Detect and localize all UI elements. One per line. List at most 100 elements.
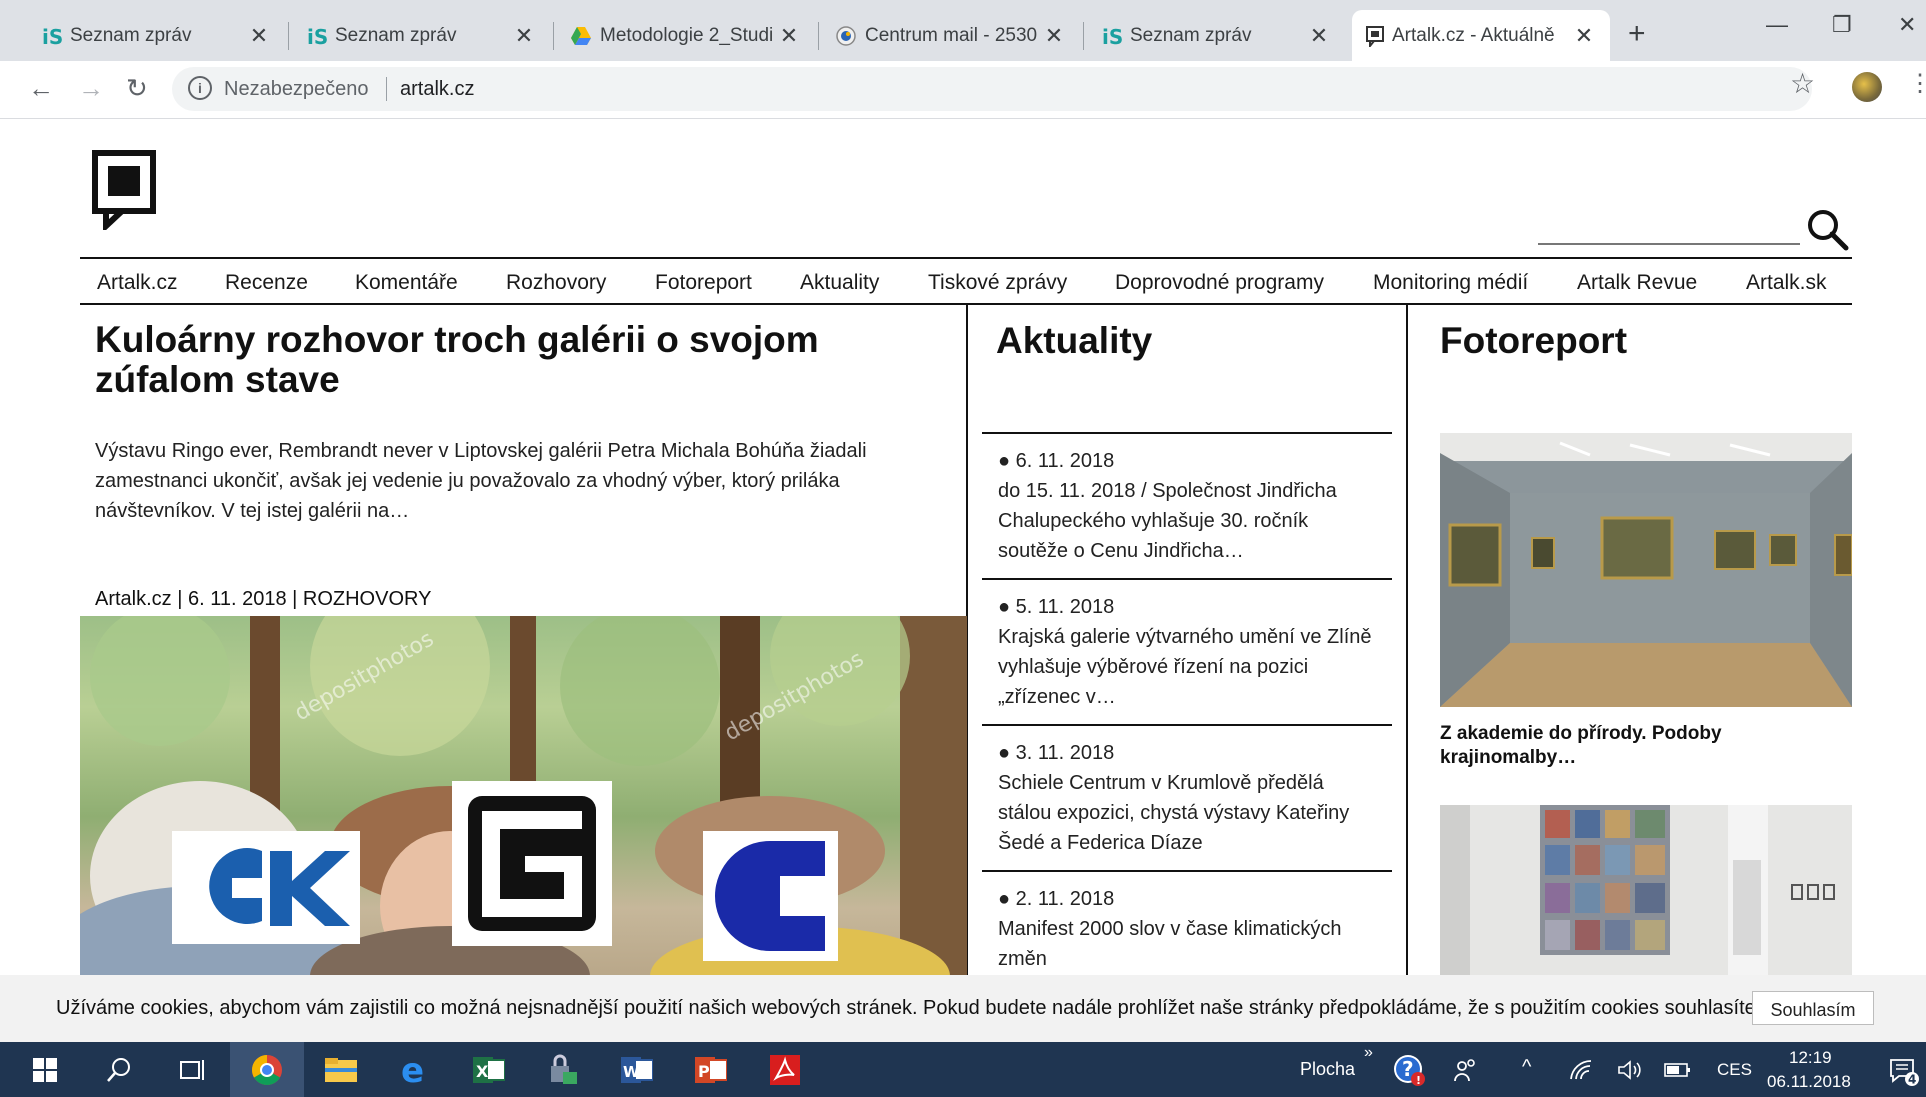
bookmark-star-icon[interactable]: ☆	[1790, 67, 1815, 100]
article-photo[interactable]: depositphotos depositphotos	[80, 616, 967, 981]
cookie-text: Užíváme cookies, abychom vám zajistili c…	[56, 997, 1762, 1019]
nav-link-komentare[interactable]: Komentáře	[355, 271, 458, 295]
exhibition-room-illustration	[1440, 805, 1852, 975]
excel-icon[interactable]: X	[452, 1042, 526, 1097]
nav-link-artalk-revue[interactable]: Artalk Revue	[1577, 271, 1697, 295]
svg-text:e: e	[401, 1054, 424, 1086]
browser-tab-active[interactable]: Artalk.cz - Aktuálně ✕	[1352, 10, 1610, 61]
notification-count: 4	[1908, 1072, 1916, 1086]
browser-tab[interactable]: iS Seznam zpráv ✕	[1090, 10, 1345, 61]
nav-link-rozhovory[interactable]: Rozhovory	[506, 271, 606, 295]
aktuality-heading[interactable]: Aktuality	[996, 320, 1152, 362]
browser-tab[interactable]: iS Seznam zpráv ✕	[295, 10, 550, 61]
centrum-mail-icon	[836, 26, 856, 46]
news-item[interactable]: ● 3. 11. 2018 Schiele Centrum v Krumlově…	[982, 724, 1392, 870]
nav-link-doprovodne-programy[interactable]: Doprovodné programy	[1115, 271, 1324, 295]
chrome-icon[interactable]	[230, 1042, 304, 1097]
nav-link-recenze[interactable]: Recenze	[225, 271, 308, 295]
help-icon[interactable]: ?!	[1372, 1042, 1446, 1097]
browser-tab[interactable]: iS Seznam zpráv ✕	[30, 10, 285, 61]
gg-logo	[452, 781, 612, 946]
news-date: ● 5. 11. 2018	[998, 596, 1115, 618]
back-arrow-icon[interactable]: ←	[28, 73, 54, 104]
nav-link-tiskove-zpravy[interactable]: Tiskové zprávy	[928, 271, 1067, 295]
fotoreport-heading[interactable]: Fotoreport	[1440, 320, 1627, 362]
artalk-logo[interactable]	[92, 150, 156, 230]
word-icon[interactable]: W	[600, 1042, 674, 1097]
close-icon[interactable]: ✕	[777, 23, 801, 49]
search-icon[interactable]	[82, 1042, 156, 1097]
edge-icon[interactable]: e	[378, 1042, 452, 1097]
window-close-icon[interactable]: ✕	[1898, 12, 1916, 38]
chevron-up-icon[interactable]: ^	[1522, 1056, 1531, 1079]
browser-tab[interactable]: Metodologie 2_Studi ✕	[560, 10, 815, 61]
windows-start-icon[interactable]	[8, 1042, 82, 1097]
profile-avatar[interactable]	[1852, 72, 1882, 102]
close-icon[interactable]: ✕	[1042, 23, 1066, 49]
file-explorer-icon[interactable]	[304, 1042, 378, 1097]
people-icon[interactable]	[1436, 1042, 1496, 1097]
nav-link-monitoring-medii[interactable]: Monitoring médií	[1373, 271, 1528, 295]
fotoreport-caption[interactable]: Z akademie do přírody. Podoby krajinomal…	[1440, 722, 1852, 770]
battery-icon[interactable]	[1656, 1042, 1700, 1097]
clock-date[interactable]: 06.11.2018	[1767, 1072, 1851, 1092]
cookie-accept-button[interactable]: Souhlasím	[1752, 991, 1874, 1025]
task-view-icon[interactable]	[156, 1042, 230, 1097]
nav-link-fotoreport[interactable]: Fotoreport	[655, 271, 752, 295]
close-icon[interactable]: ✕	[247, 23, 271, 49]
browser-tab[interactable]: Centrum mail - 2530 ✕	[825, 10, 1080, 61]
divider	[386, 77, 387, 101]
clock-time[interactable]: 12:19	[1789, 1048, 1832, 1068]
minimize-icon[interactable]: —	[1766, 12, 1788, 38]
news-date: ● 6. 11. 2018	[998, 450, 1115, 472]
volume-icon[interactable]	[1608, 1042, 1652, 1097]
nav-link-artalk-sk[interactable]: Artalk.sk	[1746, 271, 1827, 295]
seznam-icon: iS	[307, 25, 327, 47]
fotoreport-image-exhibition[interactable]	[1440, 805, 1852, 975]
news-date: ● 3. 11. 2018	[998, 742, 1115, 764]
tab-title: Seznam zpráv	[335, 24, 457, 46]
news-text[interactable]: do 15. 11. 2018 / Společnost Jindřicha C…	[998, 480, 1337, 562]
wifi-icon[interactable]	[1560, 1042, 1604, 1097]
svg-text:iS: iS	[1102, 25, 1122, 47]
desktop-toolbar-label[interactable]: Plocha	[1300, 1059, 1355, 1080]
windows-taskbar: e X W P Plocha » ?! ^ CES 12:19 06.11.20…	[0, 1042, 1926, 1097]
tab-title: Seznam zpráv	[70, 24, 192, 46]
fotoreport-image-gallery[interactable]	[1440, 433, 1852, 707]
news-item[interactable]: ● 6. 11. 2018 do 15. 11. 2018 / Společno…	[982, 432, 1392, 578]
forward-arrow-icon[interactable]: →	[78, 73, 104, 104]
svg-text:W: W	[623, 1063, 640, 1081]
news-item[interactable]: ● 2. 11. 2018 Manifest 2000 slov v čase …	[982, 870, 1392, 975]
acrobat-icon[interactable]	[748, 1042, 822, 1097]
input-language[interactable]: CES	[1717, 1060, 1752, 1080]
search-input[interactable]	[1538, 243, 1800, 245]
article-excerpt: Výstavu Ringo ever, Rembrandt never v Li…	[95, 440, 867, 522]
lock-app-icon[interactable]	[526, 1042, 600, 1097]
notification-center-icon[interactable]: 4	[1880, 1042, 1926, 1097]
main-navigation: Artalk.cz Recenze Komentáře Rozhovory Fo…	[80, 257, 1852, 305]
reload-icon[interactable]: ↻	[126, 73, 148, 104]
menu-kebab-icon[interactable]: ⋮	[1908, 69, 1926, 98]
close-icon[interactable]: ✕	[512, 23, 536, 49]
close-icon[interactable]: ✕	[1572, 23, 1596, 49]
address-bar[interactable]: i Nezabezpečeno artalk.cz	[172, 67, 1812, 111]
info-icon[interactable]: i	[188, 76, 212, 100]
restore-icon[interactable]: ❐	[1832, 12, 1852, 38]
news-item[interactable]: ● 5. 11. 2018 Krajská galerie výtvarného…	[982, 578, 1392, 724]
cookie-consent-bar: Užíváme cookies, abychom vám zajistili c…	[0, 975, 1926, 1042]
news-text[interactable]: Schiele Centrum v Krumlově předělá stálo…	[998, 772, 1349, 854]
search-icon[interactable]	[1806, 208, 1850, 252]
nav-link-aktuality[interactable]: Aktuality	[800, 271, 879, 295]
new-tab-plus-icon[interactable]: +	[1628, 17, 1646, 51]
news-text[interactable]: Manifest 2000 slov v čase klimatických z…	[998, 918, 1341, 970]
seznam-icon: iS	[1102, 25, 1122, 47]
nav-link-artalk-cz[interactable]: Artalk.cz	[97, 271, 178, 295]
url-text[interactable]: artalk.cz	[400, 78, 474, 101]
seznam-icon: iS	[42, 25, 62, 47]
artalk-favicon-icon	[1366, 26, 1384, 47]
close-icon[interactable]: ✕	[1307, 23, 1331, 49]
article-headline[interactable]: Kuloárny rozhovor troch galérii o svojom…	[95, 320, 915, 400]
browser-toolbar: ← → ↻ i Nezabezpečeno artalk.cz ☆ ⋮	[0, 61, 1926, 119]
powerpoint-icon[interactable]: P	[674, 1042, 748, 1097]
news-text[interactable]: Krajská galerie výtvarného umění ve Zlín…	[998, 626, 1372, 708]
